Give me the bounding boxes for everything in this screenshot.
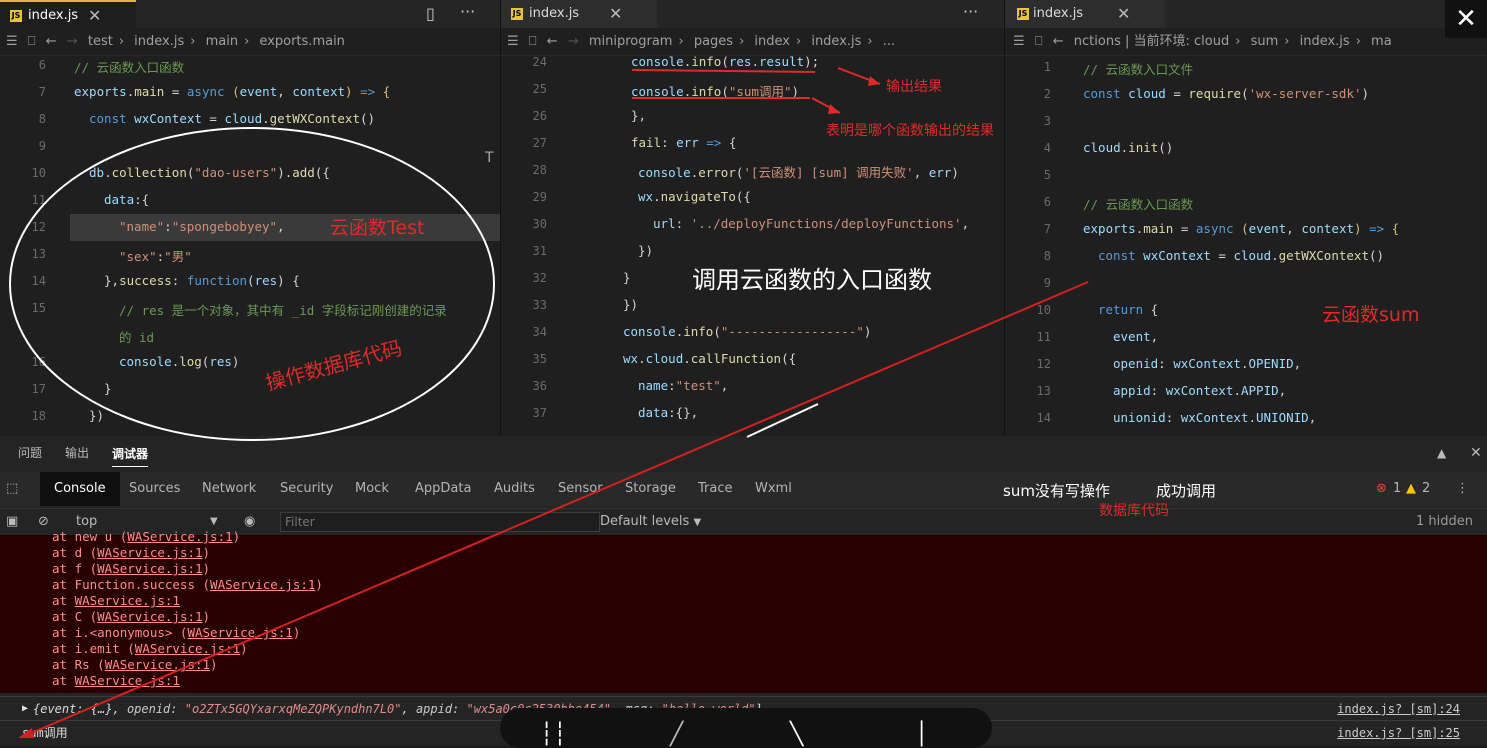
annotation-entry-function: 调用云函数的入口函数 (692, 266, 932, 294)
arrow-head (18, 728, 34, 738)
long-arrow-highlight (746, 403, 819, 438)
annotation-ellipse (9, 127, 495, 441)
annotation-layer (9, 67, 1089, 738)
arrow-head (868, 76, 880, 86)
annotation-cloud-test: 云函数Test (330, 217, 425, 239)
annotation-sum-no-write: sum没有写操作 (1003, 482, 1110, 500)
annotation-success-call: 成功调用 (1156, 482, 1217, 500)
annotation-db-code-small: 数据库代码 (1099, 503, 1169, 519)
long-arrow-line (21, 281, 1089, 738)
annotation-which-function: 表明是哪个函数输出的结果 (826, 123, 994, 139)
underline-mark (631, 69, 816, 73)
annotation-output-result: 输出结果 (886, 79, 942, 95)
annotation-cloud-sum: 云函数sum (1322, 304, 1420, 326)
arrow-head (828, 104, 840, 114)
